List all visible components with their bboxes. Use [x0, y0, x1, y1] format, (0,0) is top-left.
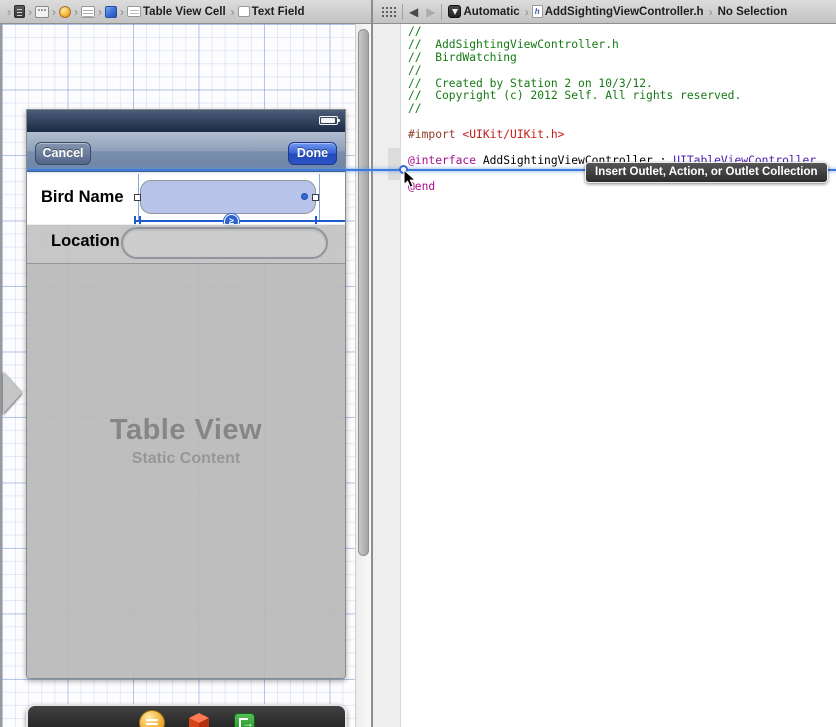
xcode-editor-area: › › › › › › Table View Cell › Text Field…	[0, 0, 836, 727]
document-outline-toggle-icon[interactable]	[3, 372, 22, 414]
related-items-grid-icon[interactable]	[381, 6, 396, 17]
table-view-cell-icon[interactable]	[127, 6, 141, 17]
code-line[interactable]: //	[408, 103, 816, 116]
exit-segue-icon[interactable]	[234, 713, 255, 727]
navigation-bar[interactable]: Cancel Done	[27, 132, 345, 172]
source-editor[interactable]: //// AddSightingViewController.h// BirdW…	[373, 24, 836, 727]
table-view-placeholder-subtitle: Static Content	[27, 450, 345, 468]
breadcrumb-table-view-cell[interactable]: Table View Cell	[143, 6, 226, 18]
history-back-icon[interactable]: ◀	[409, 6, 418, 18]
view-controller-icon[interactable]	[59, 6, 71, 18]
chevron-separator-icon: ›	[709, 5, 713, 19]
chevron-separator-icon: ›	[52, 5, 56, 19]
canvas-vertical-scrollbar[interactable]	[355, 24, 371, 727]
document-icon[interactable]	[14, 5, 25, 18]
chevron-separator-icon: ›	[525, 5, 529, 19]
view-controller-dock-icon[interactable]	[139, 710, 165, 727]
editor-gutter	[373, 24, 401, 727]
breadcrumb-filename[interactable]: AddSightingViewController.h	[545, 6, 704, 18]
table-view-icon[interactable]	[81, 6, 95, 18]
first-responder-cube-icon[interactable]	[188, 712, 210, 727]
header-file-icon: h	[532, 5, 543, 18]
assistant-editor-jump-bar: ◀ ▶ Automatic › h AddSightingViewControl…	[373, 0, 836, 24]
scene-dock	[26, 704, 347, 727]
code-line[interactable]: // BirdWatching	[408, 52, 816, 65]
insert-outlet-tooltip: Insert Outlet, Action, or Outlet Collect…	[585, 162, 828, 183]
simulated-status-bar	[27, 110, 345, 132]
chevron-separator-icon: ›	[74, 5, 78, 19]
interface-builder-canvas[interactable]: Cancel Done Bird Name ≥ Location	[0, 24, 356, 727]
counterparts-icon[interactable]	[448, 5, 461, 18]
table-view-background[interactable]: Table View Static Content	[27, 263, 345, 679]
code-line[interactable]: // Copyright (c) 2012 Self. All rights r…	[408, 90, 816, 103]
chevron-separator-icon: ›	[120, 5, 124, 19]
jumpbar-separator	[441, 4, 442, 20]
breadcrumb-text-field[interactable]: Text Field	[252, 6, 305, 18]
mouse-cursor-icon	[403, 169, 417, 194]
scrollbar-thumb[interactable]	[358, 29, 369, 556]
table-view-placeholder-title: Table View	[27, 414, 345, 447]
interface-builder-jump-bar: › › › › › › Table View Cell › Text Field	[0, 0, 371, 24]
cancel-button[interactable]: Cancel	[35, 142, 91, 165]
code-folding-ribbon	[388, 148, 401, 180]
selection-handle-left[interactable]	[134, 194, 141, 201]
history-forward-icon[interactable]: ▶	[426, 6, 435, 18]
chevron-separator-icon: ›	[28, 5, 32, 19]
bird-name-text-field[interactable]	[140, 180, 316, 214]
chevron-separator-icon: ›	[231, 5, 235, 19]
breadcrumb-no-selection[interactable]: No Selection	[718, 6, 788, 18]
bird-name-label: Bird Name	[41, 188, 124, 207]
chevron-separator-icon: ›	[7, 5, 11, 19]
done-button[interactable]: Done	[288, 142, 337, 165]
breadcrumb-automatic[interactable]: Automatic	[463, 6, 519, 18]
code-line[interactable]: #import <UIKit/UIKit.h>	[408, 129, 816, 142]
battery-icon	[319, 116, 338, 125]
chevron-separator-icon: ›	[98, 5, 102, 19]
storyboard-icon[interactable]	[35, 6, 49, 18]
cube-icon[interactable]	[105, 6, 117, 18]
view-controller-scene[interactable]: Cancel Done Bird Name ≥ Location	[26, 109, 346, 679]
jumpbar-separator	[402, 4, 403, 20]
connection-origin-dot	[301, 193, 308, 200]
location-text-field[interactable]	[121, 227, 328, 259]
alignment-guide	[319, 174, 320, 222]
location-label: Location	[51, 232, 120, 251]
selection-handle-right[interactable]	[312, 194, 319, 201]
text-field-icon[interactable]	[238, 6, 250, 17]
